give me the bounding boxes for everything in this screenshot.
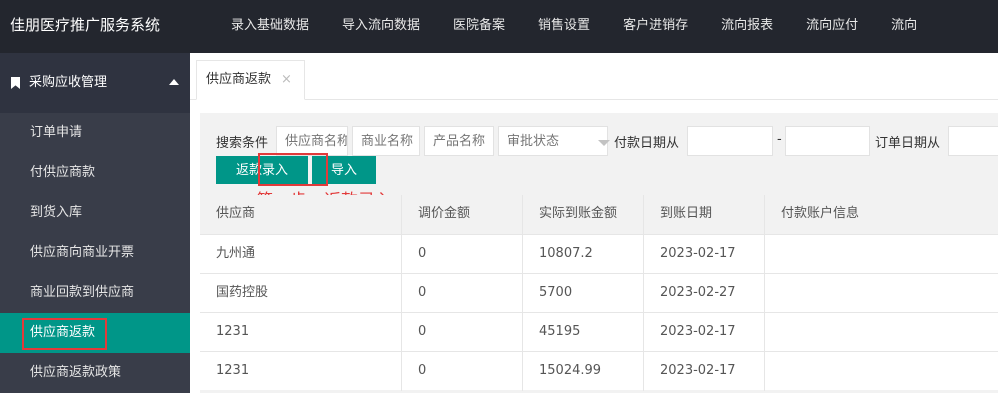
caret-up-icon (169, 79, 179, 85)
sidebar-item-label: 供应商返款政策 (30, 365, 122, 380)
pay-date-label: 付款日期从 (614, 136, 680, 151)
tab-supplier-rebate[interactable]: 供应商返款 × (196, 60, 305, 100)
close-icon[interactable]: × (281, 61, 292, 99)
table-cell: 2023-02-17 (644, 235, 765, 274)
highlight-box (22, 318, 107, 350)
supplier-name-input[interactable] (276, 126, 348, 156)
table-cell: 0 (402, 274, 523, 313)
topnav-item-flow-report[interactable]: 流向报表 (704, 0, 789, 53)
sidebar-item-order-request[interactable]: 订单申请 (0, 113, 190, 153)
sidebar-section-title: 采购应收管理 (29, 75, 108, 90)
table-cell (765, 235, 998, 274)
table-cell: 45195 (523, 313, 644, 352)
sidebar-item-rebate-policy[interactable]: 供应商返款政策 (0, 353, 190, 393)
app-title: 佳朋医疗推广服务系统 (10, 16, 161, 34)
table-cell: 2023-02-27 (644, 274, 765, 313)
topnav-item-flow-payable[interactable]: 流向应付 (789, 0, 874, 53)
table-row[interactable]: 1231 0 15024.99 2023-02-17 (200, 351, 998, 391)
sidebar-item-goods-receipt[interactable]: 到货入库 (0, 193, 190, 233)
table-cell: 0 (402, 313, 523, 352)
topnav-item-basic-data[interactable]: 录入基础数据 (214, 0, 325, 53)
tab-label: 供应商返款 (206, 72, 272, 87)
column-header-adjust-amount[interactable]: 调价金额 (402, 195, 523, 234)
sidebar-item-label: 供应商向商业开票 (30, 245, 135, 260)
table-cell (765, 274, 998, 313)
table-cell: 15024.99 (523, 352, 644, 391)
sidebar-item-supplier-invoice[interactable]: 供应商向商业开票 (0, 233, 190, 273)
content-panel: 搜索条件 付款日期从 - 订单日期从 返款录入 导入 第一步，返款录入 供应商 … (200, 113, 998, 393)
search-label: 搜索条件 (216, 136, 269, 151)
sidebar: 采购应收管理 订单申请 付供应商款 到货入库 供应商向商业开票 商业回款到供应商… (0, 53, 190, 393)
sidebar-item-pay-supplier[interactable]: 付供应商款 (0, 153, 190, 193)
topnav-item-customer-inventory[interactable]: 客户进销存 (606, 0, 704, 53)
sidebar-item-business-repayment[interactable]: 商业回款到供应商 (0, 273, 190, 313)
date-separator: - (777, 132, 782, 147)
product-name-input[interactable] (424, 126, 494, 156)
business-name-input[interactable] (352, 126, 420, 156)
sidebar-item-label: 付供应商款 (30, 165, 96, 180)
table-cell (765, 352, 998, 391)
table-row[interactable]: 国药控股 0 5700 2023-02-27 (200, 273, 998, 313)
pay-date-to-input[interactable] (785, 126, 870, 156)
column-header-received-amount[interactable]: 实际到账金额 (523, 195, 644, 234)
table-row[interactable]: 九州通 0 10807.2 2023-02-17 (200, 234, 998, 274)
pay-date-from-input[interactable] (687, 126, 773, 156)
sidebar-section-header[interactable]: 采购应收管理 (0, 53, 190, 113)
table-cell: 0 (402, 235, 523, 274)
table-row[interactable]: 1231 0 45195 2023-02-17 (200, 312, 998, 352)
sidebar-item-label: 订单申请 (30, 125, 83, 140)
topnav-item-sales-settings[interactable]: 销售设置 (521, 0, 606, 53)
table-cell: 国药控股 (200, 274, 402, 313)
table-cell: 2023-02-17 (644, 352, 765, 391)
top-nav: 录入基础数据 导入流向数据 医院备案 销售设置 客户进销存 流向报表 流向应付 … (214, 0, 933, 53)
table-cell: 0 (402, 352, 523, 391)
table-cell: 九州通 (200, 235, 402, 274)
order-date-from-input[interactable] (948, 126, 998, 156)
table-cell: 1231 (200, 352, 402, 391)
topnav-item-import-flow[interactable]: 导入流向数据 (325, 0, 436, 53)
sidebar-item-supplier-rebate[interactable]: 供应商返款 (0, 313, 190, 353)
column-header-account-info[interactable]: 付款账户信息 (765, 195, 998, 234)
table-cell: 1231 (200, 313, 402, 352)
topnav-item-hospital-record[interactable]: 医院备案 (436, 0, 521, 53)
table-cell: 5700 (523, 274, 644, 313)
table-cell: 10807.2 (523, 235, 644, 274)
column-header-received-date[interactable]: 到账日期 (644, 195, 765, 234)
highlight-box (258, 153, 328, 186)
topnav-item-flow-more[interactable]: 流向 (874, 0, 933, 53)
bookmark-icon (11, 77, 20, 89)
approval-status-select[interactable] (498, 126, 608, 156)
tab-bar: 供应商返款 × (190, 53, 998, 100)
sidebar-item-label: 到货入库 (30, 205, 83, 220)
chevron-down-icon (598, 140, 610, 146)
order-date-label: 订单日期从 (875, 136, 941, 151)
table-cell: 2023-02-17 (644, 313, 765, 352)
column-header-supplier[interactable]: 供应商 (200, 195, 402, 234)
top-bar: 佳朋医疗推广服务系统 录入基础数据 导入流向数据 医院备案 销售设置 客户进销存… (0, 0, 998, 53)
sidebar-item-label: 商业回款到供应商 (30, 285, 135, 300)
main-area: 供应商返款 × 搜索条件 付款日期从 - 订单日期从 返款录入 导入 第一步，返… (190, 53, 998, 393)
table-cell (765, 313, 998, 352)
table-header: 供应商 调价金额 实际到账金额 到账日期 付款账户信息 (200, 195, 998, 234)
